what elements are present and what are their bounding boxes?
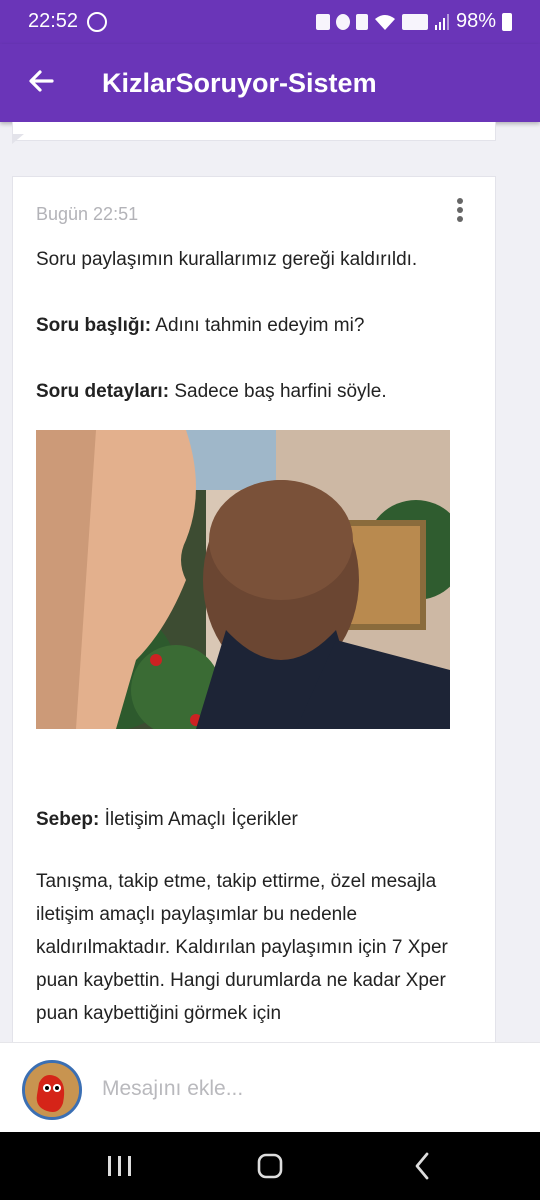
system-nav-bar [0, 1132, 540, 1200]
status-icons: 98% [315, 10, 512, 33]
explanation-text: Tanışma, takip etme, takip ettirme, özel… [36, 871, 448, 1024]
question-details-row: Soru detayları: Sadece baş harfini söyle… [36, 381, 387, 403]
meme-photo [36, 430, 450, 729]
alarm-clock-icon [87, 12, 107, 32]
reason-row: Sebep: İletişim Amaçlı İçerikler [36, 809, 298, 831]
message-tail [12, 134, 24, 144]
reason-label: Sebep: [36, 809, 100, 830]
message-card: Bugün 22:51 Soru paylaşımın kurallarımız… [12, 176, 496, 1042]
back-arrow-icon[interactable] [26, 66, 56, 96]
message-list[interactable]: Bugün 22:51 Soru paylaşımın kurallarımız… [0, 122, 540, 1042]
question-details-label: Soru detayları: [36, 381, 170, 402]
avatar[interactable] [22, 1060, 82, 1120]
status-time: 22:52 [28, 10, 79, 32]
alarm-icon [335, 13, 350, 30]
home-icon[interactable] [230, 1132, 310, 1200]
message-timestamp: Bugün 22:51 [36, 204, 139, 224]
hd-icon [401, 13, 428, 30]
previous-message-card [12, 122, 496, 141]
message-intro: Soru paylaşımın kurallarımız gereği kald… [36, 249, 418, 270]
page-title: KizlarSoruyor-Sistem [102, 68, 377, 98]
question-title-row: Soru başlığı: Adını tahmin edeyim mi? [36, 315, 364, 337]
battery-icon [502, 12, 512, 31]
battery-percent: 98% [455, 10, 496, 32]
reason-value: İletişim Amaçlı İçerikler [99, 809, 298, 830]
question-details-value: Sadece baş harfini söyle. [169, 381, 387, 402]
question-title-value: Adını tahmin edeyim mi? [151, 315, 365, 336]
signal-icon [434, 13, 449, 30]
question-title-label: Soru başlığı: [36, 315, 152, 336]
more-options-icon[interactable] [455, 198, 465, 224]
status-bar: 22:52 98% [0, 0, 540, 44]
app-bar: KizlarSoruyor-Sistem [0, 44, 540, 122]
back-nav-icon[interactable] [382, 1132, 462, 1200]
recent-apps-icon[interactable] [80, 1132, 160, 1200]
message-input[interactable]: Mesajını ekle... [102, 1077, 243, 1101]
message-image[interactable] [36, 430, 450, 729]
message-composer: Mesajını ekle... [0, 1042, 540, 1133]
wifi-icon [374, 14, 395, 30]
sim-icon [315, 13, 330, 30]
mute-icon [355, 13, 368, 30]
